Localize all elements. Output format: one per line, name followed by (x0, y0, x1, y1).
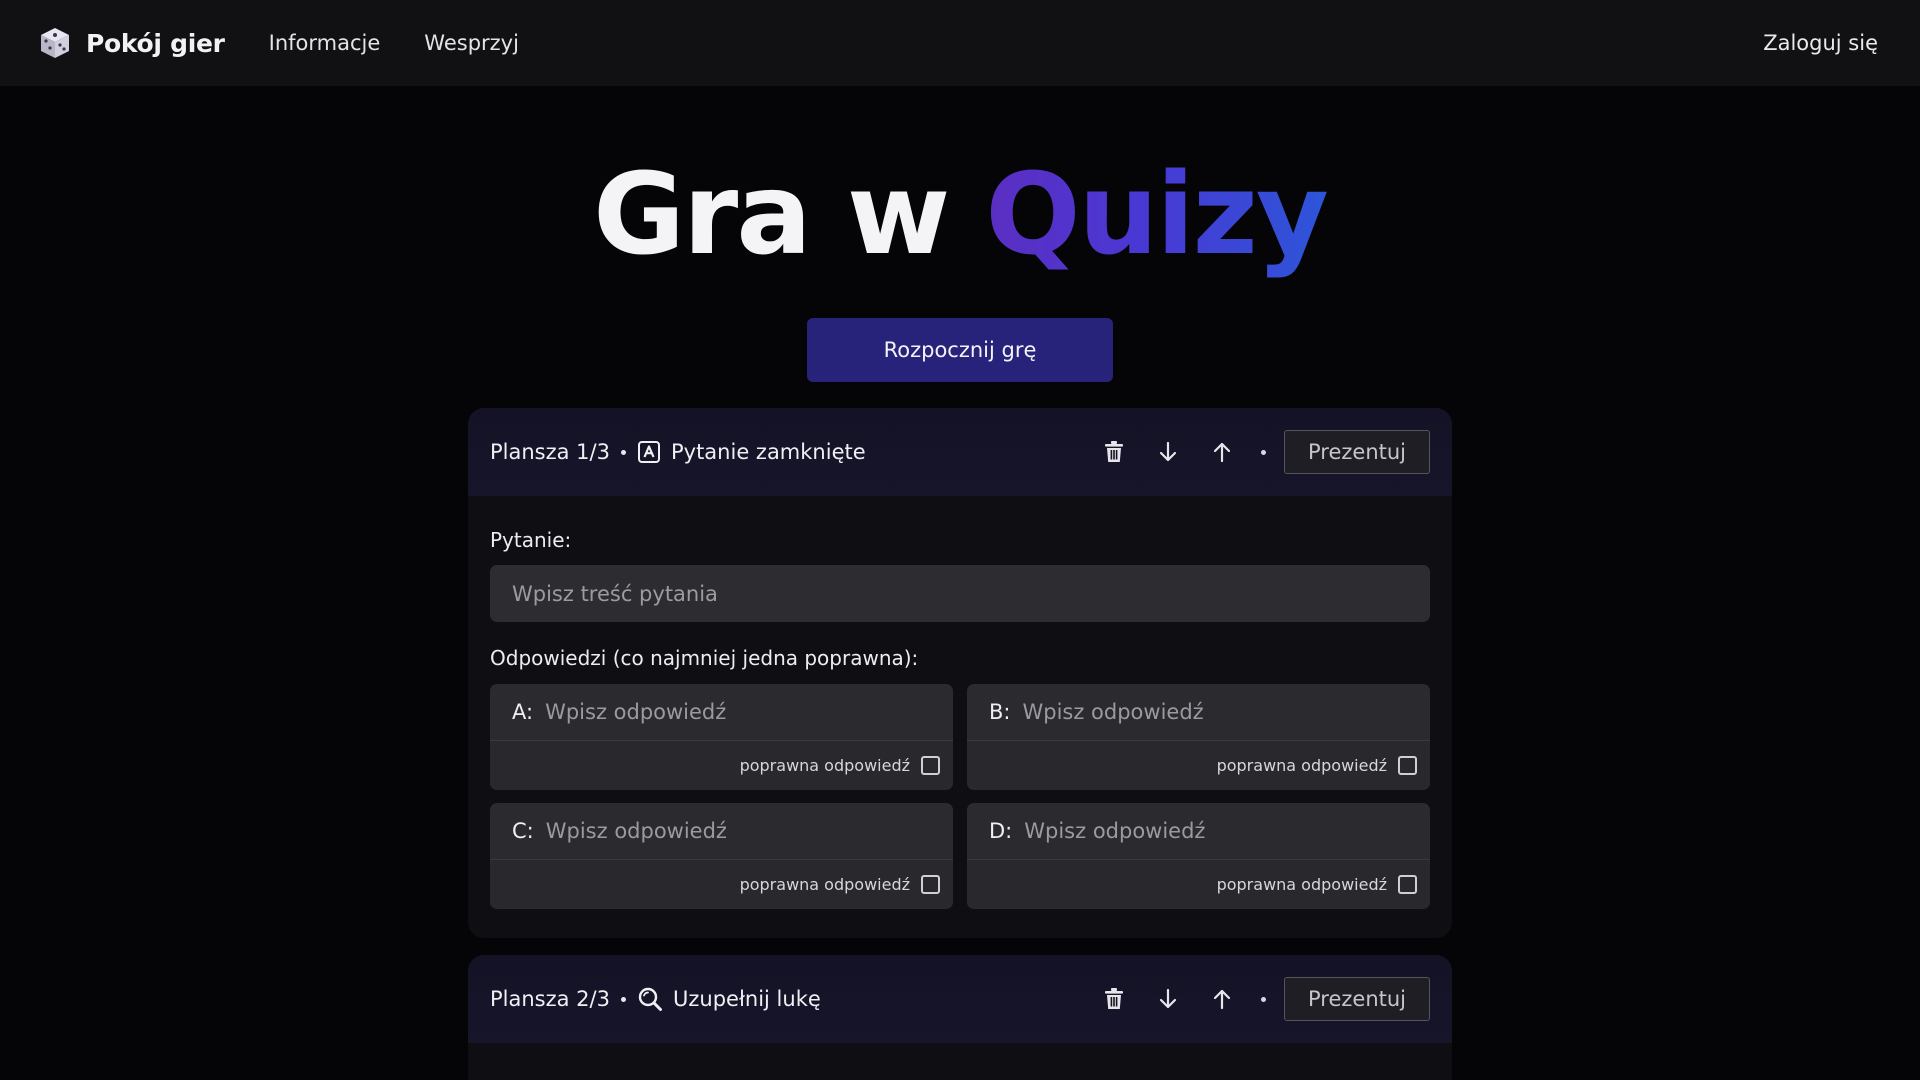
answer-top: B: (967, 684, 1430, 741)
board-body: Pytanie: Odpowiedzi (co najmniej jedna p… (468, 528, 1452, 909)
answer-input-b[interactable] (1022, 692, 1408, 732)
arrow-down-icon (1159, 988, 1177, 1009)
page-title: Gra w Quizy (0, 150, 1920, 280)
board-type-label: Uzupełnij lukę (672, 987, 821, 1011)
correct-answer-label: poprawna odpowiedź (1216, 874, 1387, 894)
correct-answer-label: poprawna odpowiedź (739, 755, 910, 775)
arrow-up-icon (1213, 989, 1231, 1010)
answer-bottom: poprawna odpowiedź (967, 860, 1430, 908)
board-card: Plansza 2/3 Uzupełnij lukę Prezentuj (468, 955, 1452, 1080)
answer-input-d[interactable] (1024, 811, 1408, 851)
login-link[interactable]: Zaloguj się (1763, 31, 1878, 55)
move-down-button[interactable] (1153, 984, 1183, 1014)
answer-letter: D: (989, 819, 1013, 843)
magnifier-icon (637, 986, 663, 1012)
board-header: Plansza 2/3 Uzupełnij lukę Prezentuj (468, 955, 1452, 1043)
correct-answer-checkbox-c[interactable] (921, 874, 940, 894)
board-label: Plansza 1/3 (490, 440, 610, 464)
move-up-button[interactable] (1207, 984, 1237, 1014)
correct-answer-checkbox-a[interactable] (921, 755, 940, 775)
board-header-info: Plansza 1/3 Pytanie zamknięte (490, 440, 866, 464)
correct-answer-label: poprawna odpowiedź (1216, 755, 1387, 775)
answers-label: Odpowiedzi (co najmniej jedna poprawna): (490, 646, 919, 670)
trash-icon (1105, 441, 1123, 462)
trash-icon (1105, 988, 1123, 1009)
arrow-down-icon (1159, 441, 1177, 462)
page-title-main: Gra w (593, 150, 986, 280)
present-button[interactable]: Prezentuj (1284, 430, 1430, 474)
answer-card-d: D: poprawna odpowiedź (967, 803, 1430, 909)
nav-link-informacje[interactable]: Informacje (269, 31, 381, 55)
question-label: Pytanie: (490, 528, 572, 552)
answer-bottom: poprawna odpowiedź (967, 741, 1430, 789)
answer-top: A: (490, 684, 953, 741)
question-input[interactable] (490, 565, 1430, 622)
answer-top: C: (490, 803, 953, 860)
answer-bottom: poprawna odpowiedź (490, 860, 953, 908)
move-up-button[interactable] (1207, 437, 1237, 467)
answer-letter: C: (512, 819, 534, 843)
answer-card-a: A: poprawna odpowiedź (490, 684, 953, 790)
answer-letter: B: (989, 700, 1011, 724)
delete-board-button[interactable] (1099, 984, 1129, 1014)
delete-board-button[interactable] (1099, 437, 1129, 467)
board-header: Plansza 1/3 Pytanie zamknięte Prezentuj (468, 408, 1452, 496)
letter-a-box-icon (637, 440, 661, 464)
brand-name: Pokój gier (86, 28, 225, 58)
board-card: Plansza 1/3 Pytanie zamknięte Prezentuj … (468, 408, 1452, 938)
answer-card-b: B: poprawna odpowiedź (967, 684, 1430, 790)
separator-dot (1261, 449, 1266, 455)
answer-letter: A: (512, 700, 534, 724)
board-header-info: Plansza 2/3 Uzupełnij lukę (490, 986, 821, 1012)
answer-bottom: poprawna odpowiedź (490, 741, 953, 789)
present-button[interactable]: Prezentuj (1284, 977, 1430, 1021)
arrow-up-icon (1213, 442, 1231, 463)
start-game-button[interactable]: Rozpocznij grę (807, 318, 1113, 382)
answer-input-c[interactable] (545, 811, 931, 851)
nav-link-wesprzyj[interactable]: Wesprzyj (424, 31, 519, 55)
answer-top: D: (967, 803, 1430, 860)
answer-input-a[interactable] (545, 692, 931, 732)
separator-dot (1261, 996, 1266, 1002)
board-label: Plansza 2/3 (490, 987, 610, 1011)
separator-dot (620, 996, 626, 1002)
correct-answer-checkbox-d[interactable] (1398, 874, 1417, 894)
move-down-button[interactable] (1153, 437, 1183, 467)
separator-dot (620, 449, 626, 455)
page-title-accent: Quizy (985, 150, 1329, 280)
answers-grid: A: poprawna odpowiedź B: poprawna odpowi… (490, 684, 1430, 909)
dice-logo-icon (41, 28, 69, 58)
answer-card-c: C: poprawna odpowiedź (490, 803, 953, 909)
correct-answer-checkbox-b[interactable] (1398, 755, 1417, 775)
correct-answer-label: poprawna odpowiedź (739, 874, 910, 894)
brand[interactable]: Pokój gier (38, 26, 225, 60)
navbar: Pokój gier Informacje Wesprzyj Zaloguj s… (0, 0, 1920, 86)
board-type-label: Pytanie zamknięte (670, 440, 866, 464)
